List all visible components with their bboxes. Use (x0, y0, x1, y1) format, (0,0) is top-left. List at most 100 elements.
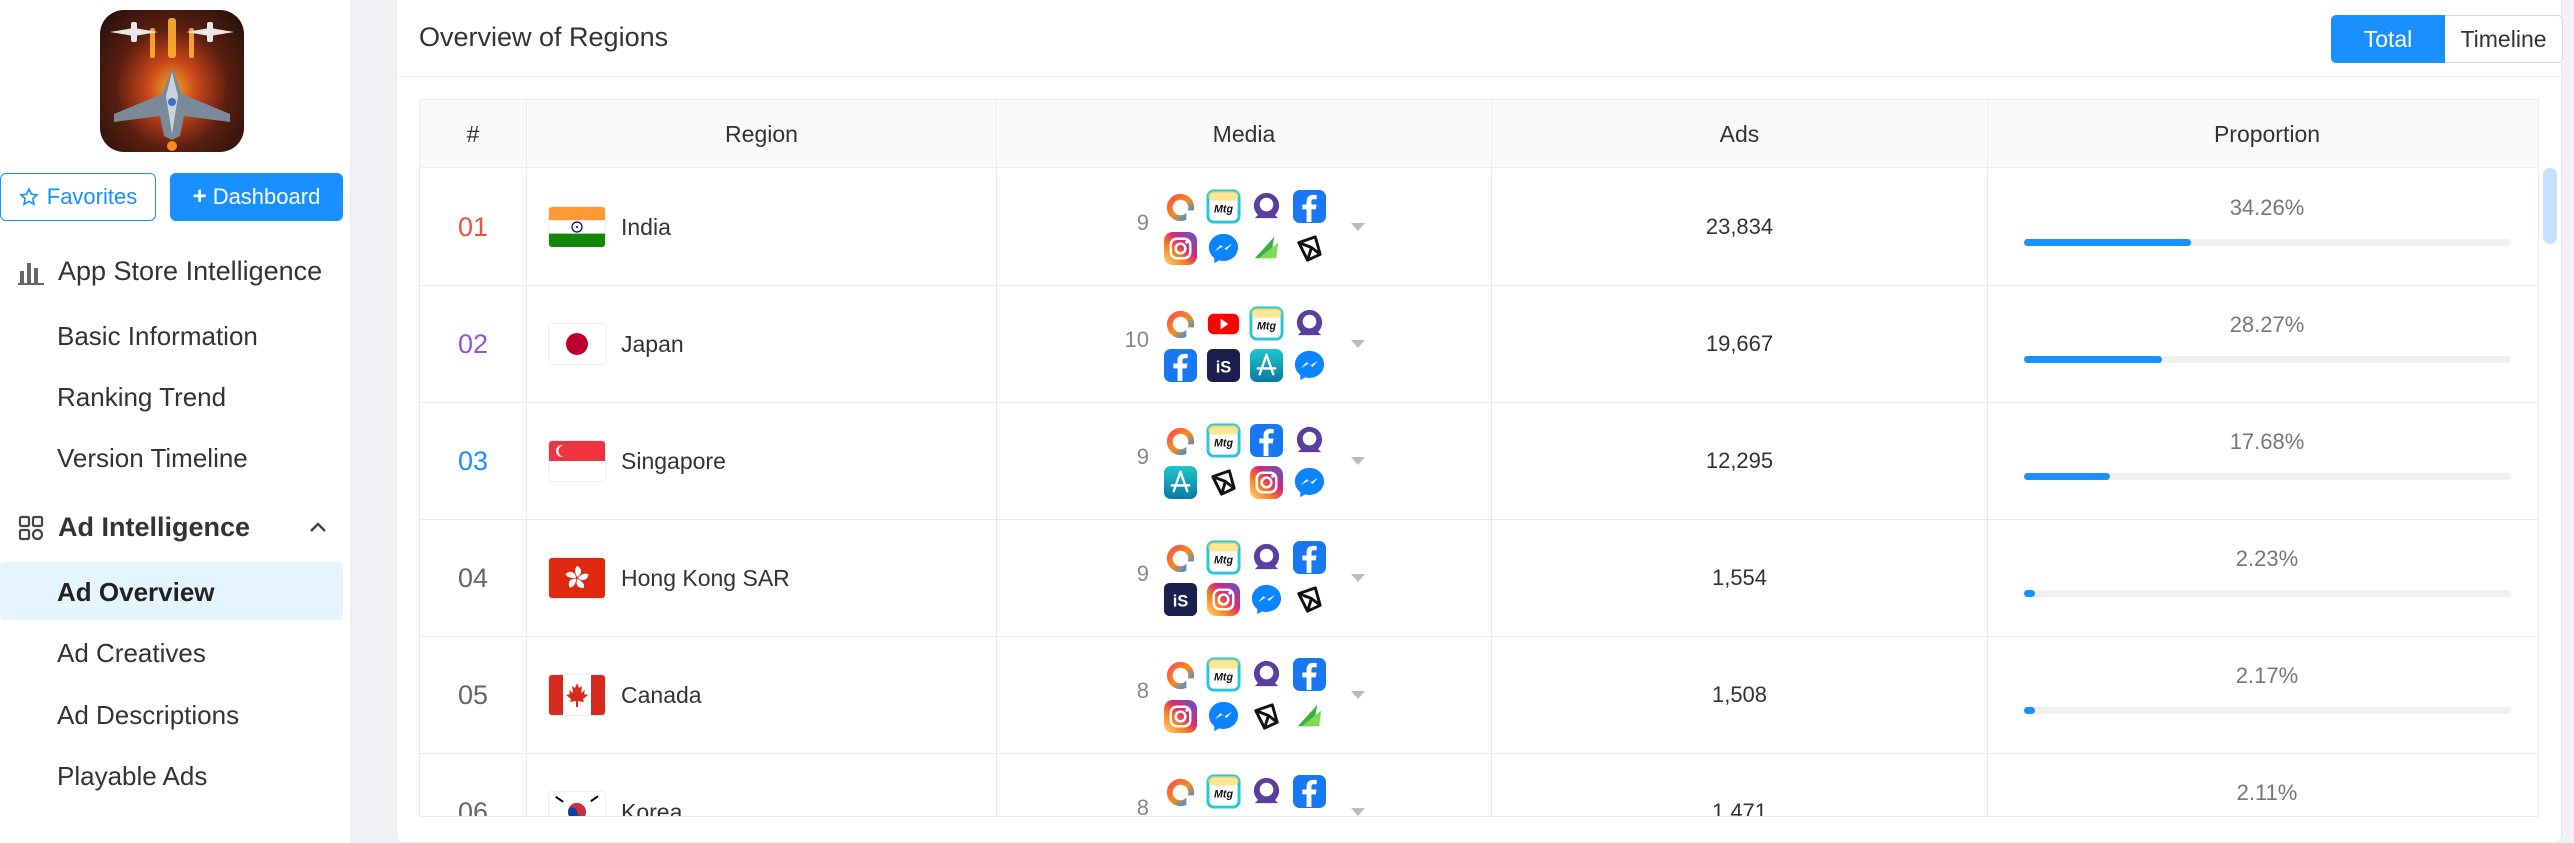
ads-count: 19,667 (1705, 331, 1774, 356)
caret-down-icon[interactable] (1351, 457, 1365, 465)
media-icons: Mtg iS (1163, 306, 1343, 383)
rank-number: 03 (457, 445, 489, 476)
star-icon (18, 187, 39, 206)
unity-ads-icon (1249, 657, 1284, 692)
ads-count: 1,471 (1711, 799, 1768, 817)
rank-cell: 03 (420, 403, 527, 519)
rank-number: 01 (457, 211, 489, 242)
facebook-icon (1249, 423, 1284, 458)
chevron-up-icon[interactable] (306, 516, 330, 540)
proportion-track (2024, 707, 2511, 714)
table-row[interactable]: 02 Japan 10 Mtg iS 19,667 28.27% (420, 286, 2538, 403)
table-row[interactable]: 06 Korea 8 Mtg iS 1,471 2.11% (420, 754, 2538, 817)
ads-cell: 12,295 (1492, 403, 1988, 519)
unity-icon (1292, 582, 1327, 617)
applovin-icon (1163, 189, 1198, 224)
table-row[interactable]: 04 Hong Kong SAR 9 Mtg iS 1,554 2.23% (420, 520, 2538, 637)
nav-section-ad-intelligence[interactable]: Ad Intelligence (16, 512, 250, 543)
media-count: 8 (1136, 678, 1149, 703)
header-region[interactable]: Region (527, 100, 997, 168)
unity-ads-icon (1249, 540, 1284, 575)
rank-cell: 02 (420, 286, 527, 402)
media-cell: 8 Mtg iS (997, 754, 1492, 816)
sidebar-item-playable-ads[interactable]: Playable Ads (57, 761, 207, 792)
svg-text:Mtg: Mtg (1214, 437, 1233, 449)
proportion-cell: 2.11% (1988, 754, 2538, 816)
media-count: 9 (1136, 210, 1149, 235)
table-row[interactable]: 03 Singapore 9 Mtg 12,295 17.68% (420, 403, 2538, 520)
sidebar-item-ad-overview[interactable]: Ad Overview (57, 577, 215, 608)
header-proportion[interactable]: Proportion (1988, 100, 2538, 168)
favorites-button[interactable]: Favorites (0, 173, 156, 221)
pangle-icon (1249, 231, 1284, 266)
ironsource-icon: iS (1163, 582, 1198, 617)
rank-cell: 06 (420, 754, 527, 816)
ads-cell: 19,667 (1492, 286, 1988, 402)
caret-down-icon[interactable] (1351, 691, 1365, 699)
ads-count: 23,834 (1705, 214, 1774, 239)
ads-cell: 1,508 (1492, 637, 1988, 753)
media-cell: 8 Mtg (997, 637, 1492, 753)
scrollbar-thumb[interactable] (2543, 168, 2557, 244)
caret-down-icon[interactable] (1351, 574, 1365, 582)
proportion-track (2024, 590, 2511, 597)
messenger-icon (1206, 231, 1241, 266)
proportion-fill (2024, 473, 2110, 480)
regions-panel: Overview of Regions Total Timeline # Reg… (396, 0, 2563, 843)
caret-down-icon[interactable] (1351, 808, 1365, 816)
nav-section-app-store-intelligence[interactable]: App Store Intelligence (16, 256, 322, 287)
svg-text:Mtg: Mtg (1214, 788, 1233, 800)
view-toggle: Total Timeline (2331, 15, 2563, 63)
media-icons: Mtg (1163, 423, 1343, 500)
toggle-total[interactable]: Total (2331, 15, 2445, 63)
unity-icon (1292, 231, 1327, 266)
region-cell: Canada (527, 637, 997, 753)
toggle-timeline[interactable]: Timeline (2445, 15, 2563, 63)
messenger-icon (1206, 699, 1241, 734)
proportion-percent: 34.26% (2229, 195, 2305, 220)
india-flag (549, 207, 605, 247)
proportion-track (2024, 356, 2511, 363)
rank-cell: 04 (420, 520, 527, 636)
canada-flag (549, 675, 605, 715)
media-count: 9 (1136, 561, 1149, 586)
sidebar-item-basic-information[interactable]: Basic Information (57, 321, 258, 352)
table-row[interactable]: 05 Canada 8 Mtg 1,508 2.17% (420, 637, 2538, 754)
proportion-percent: 2.23% (2235, 546, 2299, 571)
media-cell: 9 Mtg iS (997, 520, 1492, 636)
rank-cell: 05 (420, 637, 527, 753)
instagram-icon (1163, 231, 1198, 266)
instagram-icon (1163, 699, 1198, 734)
rank-number: 04 (457, 562, 489, 593)
table-header: # Region Media Ads Proportion (420, 100, 2538, 168)
dashboard-button[interactable]: + Dashboard (170, 173, 343, 221)
svg-text:Mtg: Mtg (1214, 671, 1233, 683)
applovin-icon (1163, 657, 1198, 692)
proportion-percent: 28.27% (2229, 312, 2305, 337)
caret-down-icon[interactable] (1351, 223, 1365, 231)
sidebar-item-ranking-trend[interactable]: Ranking Trend (57, 382, 226, 413)
ads-count: 1,508 (1711, 682, 1768, 707)
dashboard-label: Dashboard (212, 184, 321, 209)
applovin-icon (1163, 774, 1198, 809)
proportion-percent: 2.11% (2236, 780, 2298, 805)
ironsource-icon: iS (1206, 348, 1241, 383)
sidebar-item-ad-creatives[interactable]: Ad Creatives (57, 638, 206, 669)
proportion-percent: 17.68% (2229, 429, 2305, 454)
proportion-fill (2024, 239, 2191, 246)
caret-down-icon[interactable] (1351, 340, 1365, 348)
table-row[interactable]: 01 India 9 Mtg 23,834 34.26% (420, 169, 2538, 286)
region-cell: Hong Kong SAR (527, 520, 997, 636)
header-ads[interactable]: Ads (1492, 100, 1988, 168)
facebook-icon (1292, 657, 1327, 692)
plus-icon: + (192, 183, 207, 210)
unity-ads-icon (1292, 306, 1327, 341)
media-cell: 9 Mtg (997, 403, 1492, 519)
sidebar-item-version-timeline[interactable]: Version Timeline (57, 443, 248, 474)
singapore-flag (549, 441, 605, 481)
messenger-icon (1249, 582, 1284, 617)
youtube-icon (1206, 306, 1241, 341)
sidebar-item-ad-descriptions[interactable]: Ad Descriptions (57, 700, 239, 731)
app-store-icon (1249, 348, 1284, 383)
mintegral-icon: Mtg (1206, 657, 1241, 692)
